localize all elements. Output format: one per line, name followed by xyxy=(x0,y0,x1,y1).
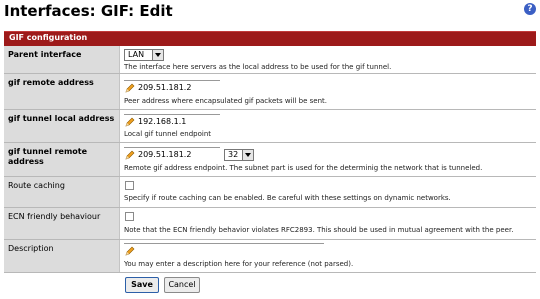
route-caching-label: Route caching xyxy=(8,181,65,190)
chevron-down-icon xyxy=(242,150,253,160)
tunnel-local-input[interactable]: 192.168.1.1 xyxy=(124,114,220,128)
remote-address-input[interactable]: 209.51.181.2 xyxy=(124,80,220,94)
pencil-icon xyxy=(125,83,135,93)
pencil-icon xyxy=(125,117,135,127)
row-route-caching: Route caching Specify if route caching c… xyxy=(4,177,536,208)
page-title: Interfaces: GIF: Edit xyxy=(4,2,173,20)
remote-address-value: 209.51.181.2 xyxy=(138,83,192,92)
description-input[interactable] xyxy=(124,243,324,257)
parent-interface-select[interactable]: LAN xyxy=(124,49,164,61)
route-caching-checkbox[interactable] xyxy=(125,181,134,190)
section-header: GIF configuration xyxy=(4,31,536,46)
subnet-select[interactable]: 32 xyxy=(224,149,254,161)
save-button[interactable]: Save xyxy=(125,277,159,293)
route-caching-hint: Specify if route caching can be enabled.… xyxy=(124,194,451,202)
tunnel-local-value: 192.168.1.1 xyxy=(138,117,187,126)
row-ecn: ECN friendly behaviour Note that the ECN… xyxy=(4,208,536,240)
parent-interface-label: Parent interface xyxy=(8,50,82,59)
tunnel-remote-value: 209.51.181.2 xyxy=(138,150,192,159)
row-parent-interface: Parent interface LAN The interface here … xyxy=(4,46,536,74)
row-description: Description You may enter a description … xyxy=(4,240,536,273)
help-icon[interactable]: ? xyxy=(524,3,536,15)
ecn-checkbox[interactable] xyxy=(125,212,134,221)
row-tunnel-remote: gif tunnel remote address 209.51.181.2 3… xyxy=(4,143,536,177)
remote-address-label: gif remote address xyxy=(8,78,94,87)
tunnel-remote-hint: Remote gif address endpoint. The subnet … xyxy=(124,164,483,172)
section-title: GIF configuration xyxy=(9,33,88,42)
tunnel-local-hint: Local gif tunnel endpoint xyxy=(124,130,212,138)
cancel-button[interactable]: Cancel xyxy=(164,277,200,293)
parent-interface-value: LAN xyxy=(128,50,145,59)
ecn-hint: Note that the ECN friendly behavior viol… xyxy=(124,226,514,234)
pencil-icon xyxy=(125,150,135,160)
pencil-icon xyxy=(125,246,135,256)
remote-address-hint: Peer address where encapsulated gif pack… xyxy=(124,97,328,105)
subnet-value: 32 xyxy=(228,150,239,159)
tunnel-local-label: gif tunnel local address xyxy=(8,114,115,123)
chevron-down-icon xyxy=(152,50,163,60)
ecn-label: ECN friendly behaviour xyxy=(8,212,101,221)
row-remote-address: gif remote address 209.51.181.2 Peer add… xyxy=(4,74,536,110)
description-label: Description xyxy=(8,244,54,253)
row-tunnel-local: gif tunnel local address 192.168.1.1 Loc… xyxy=(4,110,536,143)
tunnel-remote-input[interactable]: 209.51.181.2 xyxy=(124,147,220,161)
description-hint: You may enter a description here for you… xyxy=(124,260,354,268)
tunnel-remote-label: gif tunnel remote address xyxy=(8,147,88,166)
parent-interface-hint: The interface here servers as the local … xyxy=(124,63,392,71)
